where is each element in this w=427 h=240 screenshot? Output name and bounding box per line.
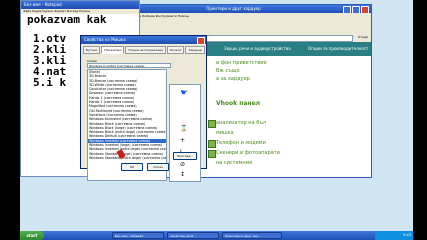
ok-button[interactable]: OK	[121, 163, 143, 171]
desktop: Принтери и друг хардуер Файл Редактиране…	[0, 0, 427, 240]
scheme-list-item[interactable]: Windows Standard (extra large) (системна…	[88, 156, 166, 160]
scheme-list-item[interactable]: Windows Inverted (extra large) (системна…	[88, 147, 166, 151]
item-icon	[208, 120, 216, 128]
content-item-4[interactable]: Скенери и фотоапарати	[216, 150, 280, 156]
unavailable-cursor-icon: ⊘	[180, 161, 186, 168]
start-button[interactable]: start	[20, 231, 44, 240]
tab-pointer-options[interactable]: Опции на показалеца	[125, 46, 166, 54]
notepad-list[interactable]: 1.otv 2.kli 3.kli 4.nat 5.i k	[33, 33, 66, 88]
notepad-title: Без име - Notepad	[21, 1, 139, 9]
taskbar-button-printers[interactable]: Принтери и друг хар...	[222, 232, 282, 239]
content-link-1[interactable]: и фон приветствие	[216, 60, 267, 66]
tab-hardware[interactable]: Хардуер	[185, 46, 205, 54]
tab-wheel[interactable]: Колело	[166, 46, 185, 54]
resize-cursor-icon: ↕	[180, 171, 186, 178]
section-heading: Vhook панел	[216, 100, 261, 107]
dialog-title: Свойства на Мишка	[81, 36, 206, 44]
busy-cursor-icon: ⌛	[180, 125, 188, 132]
dialog-tabs: Бутони Показалци Опции на показалеца Кол…	[83, 46, 205, 54]
dialog-close-button[interactable]	[197, 37, 205, 45]
list-item: 5.i k	[33, 76, 67, 89]
tab-pointers[interactable]: Показалци	[101, 46, 125, 54]
clock: 9:43	[403, 233, 411, 237]
hand-cursor-icon: ☛	[181, 88, 189, 97]
content-item-3[interactable]: Телефон и модеми	[216, 140, 266, 146]
crosshair-cursor-icon: +	[180, 137, 186, 144]
schema-select[interactable]: Windows Inverted (системна схема)	[87, 63, 171, 68]
banner-link-performance[interactable]: Опции за производителност	[308, 46, 368, 51]
cancel-button[interactable]: Отказ	[147, 163, 169, 171]
taskbar-button-mouse[interactable]: Свойства на М...	[167, 232, 219, 239]
content-link-2[interactable]: Вж също	[216, 68, 240, 74]
content-item-1[interactable]: анализатор на бъл	[216, 120, 266, 126]
letterbox-right	[413, 0, 427, 240]
content-link-3[interactable]: а за хардуер	[216, 76, 250, 82]
mouse-properties-dialog: Свойства на Мишка Бутони Показалци Опции…	[80, 35, 207, 182]
content-item-5[interactable]: на системния	[216, 160, 252, 166]
cursor-preview-panel: ↖ ⌛ + I ⊘ ↕	[169, 84, 201, 182]
browse-button[interactable]: Преглед...	[173, 152, 197, 160]
banner-link-sounds[interactable]: Звуци, речи и аудиоустройства	[224, 46, 291, 51]
go-button[interactable]: Отиди	[358, 35, 368, 39]
taskbar: start Без име - Notepad Свойства на М...…	[20, 231, 413, 240]
item-icon	[208, 140, 216, 148]
item-icon	[208, 150, 216, 158]
content-item-2[interactable]: мишка	[216, 130, 234, 136]
system-tray: 9:43	[375, 231, 413, 240]
tab-buttons[interactable]: Бутони	[83, 46, 101, 54]
notepad-heading-text[interactable]: pokazvam kak	[27, 13, 106, 26]
taskbar-button-notepad[interactable]: Без име - Notepad	[112, 232, 164, 239]
letterbox-left	[0, 0, 20, 240]
